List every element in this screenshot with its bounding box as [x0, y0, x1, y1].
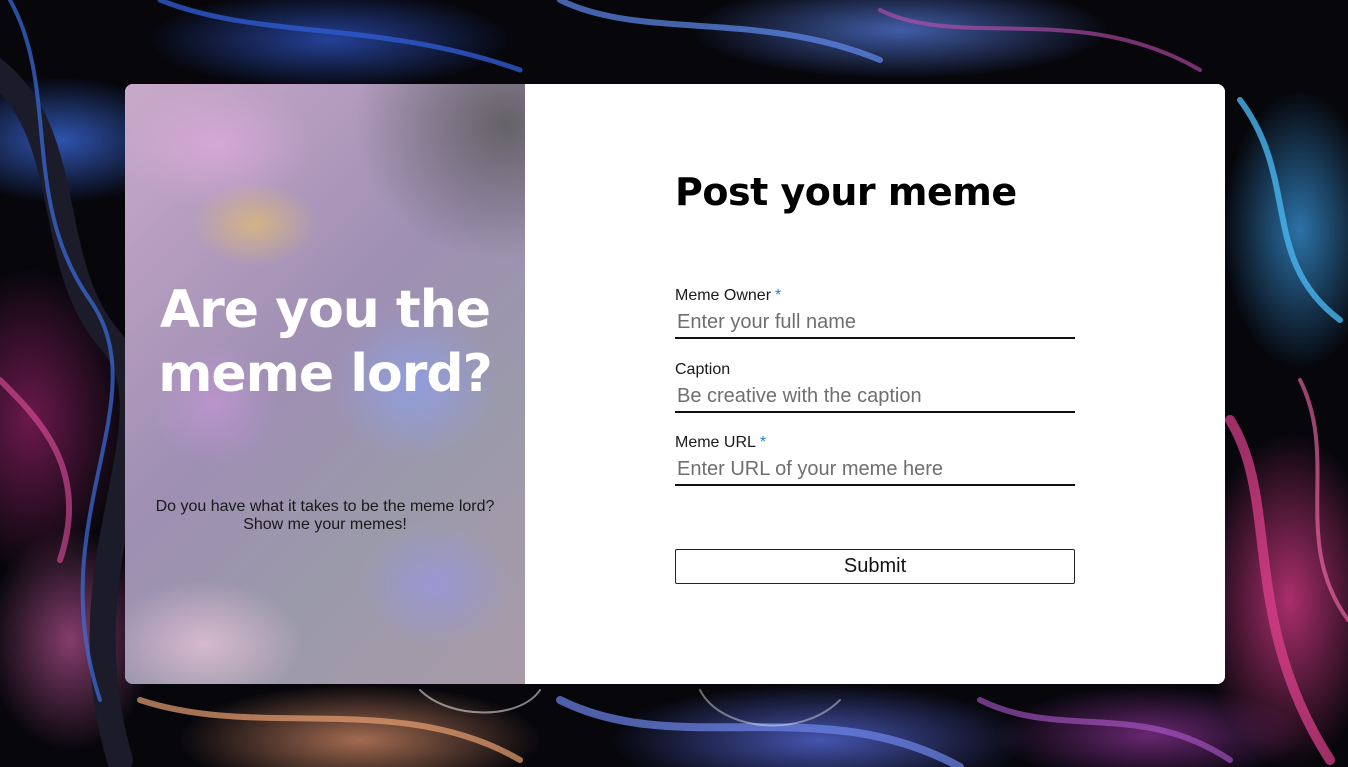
meme-url-label: Meme URL * [675, 434, 1075, 454]
required-marker: * [775, 287, 782, 304]
submit-button[interactable]: Submit [675, 549, 1075, 584]
meme-url-label-text: Meme URL [675, 434, 756, 451]
meme-url-input[interactable] [675, 454, 1075, 486]
form-title: Post your meme [675, 170, 1017, 214]
meme-form-card: Are you the meme lord? Do you have what … [125, 84, 1225, 684]
required-marker: * [759, 434, 767, 451]
form-panel: Post your meme Meme Owner* Caption Meme … [525, 84, 1225, 684]
meme-owner-input[interactable] [675, 307, 1075, 339]
meme-owner-label: Meme Owner * [675, 287, 1075, 307]
hero-subtitle: Do you have what it takes to be the meme… [155, 498, 495, 533]
caption-input[interactable] [675, 381, 1075, 413]
hero-panel: Are you the meme lord? Do you have what … [125, 84, 525, 684]
meme-url-field: Meme URL * [675, 434, 1075, 486]
caption-label-text: Caption [675, 361, 731, 378]
caption-field: Caption [675, 361, 1075, 413]
meme-owner-field: Meme Owner * [675, 287, 1075, 339]
meme-owner-label-text: Meme Owner [675, 287, 772, 304]
hero-title: Are you the meme lord? [158, 280, 493, 404]
caption-label: Caption [675, 361, 1075, 381]
